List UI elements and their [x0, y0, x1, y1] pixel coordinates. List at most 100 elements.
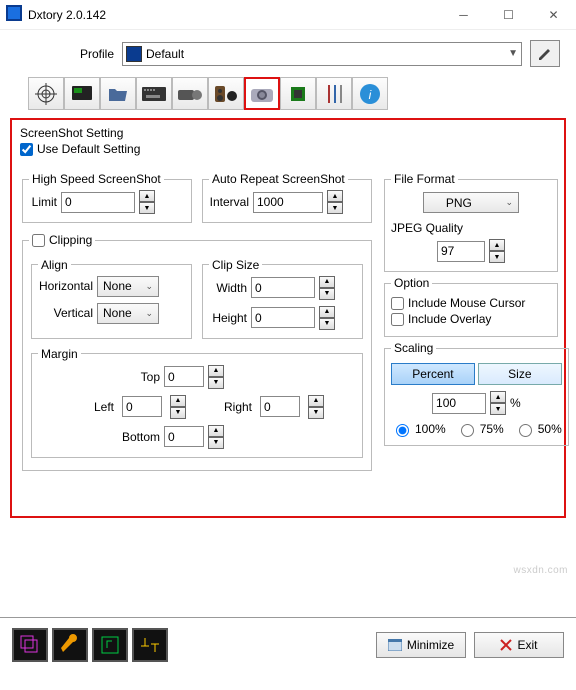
auto-repeat-legend: Auto Repeat ScreenShot — [209, 172, 348, 186]
use-default-input[interactable] — [20, 143, 33, 156]
bottom-spinner[interactable]: ▲▼ — [208, 425, 224, 449]
arrows-icon — [139, 634, 161, 656]
interval-input[interactable] — [253, 192, 323, 213]
limit-label: Limit — [29, 195, 57, 209]
scale-100-radio[interactable]: 100% — [391, 421, 446, 437]
align-group: Align Horizontal None⌄ Vertical None⌄ — [31, 258, 192, 339]
include-overlay-checkbox[interactable]: Include Overlay — [391, 312, 551, 326]
right-input[interactable] — [260, 396, 300, 417]
screenshot-settings-panel: ScreenShot Setting Use Default Setting H… — [10, 118, 566, 518]
minimize-button[interactable]: Minimize — [376, 632, 466, 658]
exit-button[interactable]: Exit — [474, 632, 564, 658]
speaker-icon — [215, 84, 237, 104]
tab-target[interactable] — [28, 77, 64, 110]
top-label: Top — [56, 370, 160, 384]
bottom-btn-1[interactable] — [12, 628, 48, 662]
titlebar: Dxtory 2.0.142 ─ ☐ ✕ — [0, 0, 576, 30]
margin-group: Margin Top ▲▼ Left ▲▼ Right ▲▼ Bottom — [31, 347, 363, 458]
folder-icon — [107, 85, 129, 103]
chevron-down-icon: ⌄ — [145, 308, 153, 319]
use-default-checkbox[interactable]: Use Default Setting — [20, 142, 556, 156]
left-label: Left — [70, 400, 114, 414]
chip-icon — [288, 84, 308, 104]
right-spinner[interactable]: ▲▼ — [308, 395, 324, 419]
profile-label: Profile — [16, 47, 114, 61]
app-icon — [6, 5, 22, 24]
size-toggle[interactable]: Size — [478, 363, 562, 385]
monitor-icon — [71, 85, 93, 103]
jpeg-spinner[interactable]: ▲▼ — [489, 239, 505, 263]
scaling-spinner[interactable]: ▲▼ — [490, 391, 506, 415]
scaling-legend: Scaling — [391, 341, 436, 355]
bottom-label: Bottom — [56, 430, 160, 444]
width-label: Width — [209, 281, 247, 295]
high-speed-group: High Speed ScreenShot Limit ▲▼ — [22, 172, 192, 223]
left-spinner[interactable]: ▲▼ — [170, 395, 186, 419]
panel-title: ScreenShot Setting — [20, 126, 556, 140]
close-window-button[interactable]: ✕ — [531, 0, 576, 30]
file-format-group: File Format PNG⌄ JPEG Quality ▲▼ — [384, 172, 558, 272]
chevron-down-icon: ⌄ — [145, 281, 153, 292]
tab-processor[interactable] — [280, 77, 316, 110]
top-input[interactable] — [164, 366, 204, 387]
percent-unit: % — [510, 396, 521, 410]
format-select[interactable]: PNG⌄ — [423, 192, 519, 213]
scaling-input[interactable] — [432, 393, 486, 414]
width-input[interactable] — [251, 277, 315, 298]
wrench-icon — [59, 634, 81, 656]
tab-hotkey[interactable] — [136, 77, 172, 110]
bottom-bar: Minimize Exit — [0, 617, 576, 672]
profile-row: Profile Default ▼ — [0, 30, 576, 75]
scale-75-radio[interactable]: 75% — [456, 421, 504, 437]
horizontal-select[interactable]: None⌄ — [97, 276, 159, 297]
bottom-input[interactable] — [164, 426, 204, 447]
tab-advanced[interactable] — [316, 77, 352, 110]
limit-input[interactable] — [61, 192, 135, 213]
maximize-window-button[interactable]: ☐ — [486, 0, 531, 30]
camcorder-icon — [178, 86, 202, 102]
crosshair-icon — [35, 83, 57, 105]
height-input[interactable] — [251, 307, 315, 328]
interval-label: Interval — [209, 195, 249, 209]
minimize-window-button[interactable]: ─ — [441, 0, 486, 30]
close-icon — [500, 639, 512, 651]
scale-50-radio[interactable]: 50% — [514, 421, 562, 437]
include-mouse-checkbox[interactable]: Include Mouse Cursor — [391, 296, 551, 310]
tab-audio[interactable] — [208, 77, 244, 110]
tab-overlay[interactable] — [64, 77, 100, 110]
pencil-icon — [537, 46, 553, 62]
camera-icon — [250, 85, 274, 103]
tab-screenshot[interactable] — [244, 77, 280, 110]
percent-toggle[interactable]: Percent — [391, 363, 475, 385]
tab-info[interactable]: i — [352, 77, 388, 110]
clipping-checkbox[interactable]: Clipping — [32, 233, 92, 247]
height-spinner[interactable]: ▲▼ — [319, 306, 335, 330]
width-spinner[interactable]: ▲▼ — [319, 276, 335, 300]
profile-icon — [126, 46, 142, 62]
bottom-btn-4[interactable] — [132, 628, 168, 662]
clip-size-legend: Clip Size — [209, 258, 262, 272]
vertical-label: Vertical — [38, 306, 93, 320]
margin-legend: Margin — [38, 347, 81, 361]
tab-folder[interactable] — [100, 77, 136, 110]
top-spinner[interactable]: ▲▼ — [208, 365, 224, 389]
interval-spinner[interactable]: ▲▼ — [327, 190, 343, 214]
keyboard-icon — [142, 87, 166, 101]
vertical-select[interactable]: None⌄ — [97, 303, 159, 324]
edit-profile-button[interactable] — [530, 40, 560, 67]
svg-text:i: i — [369, 88, 372, 102]
option-legend: Option — [391, 276, 432, 290]
clip-size-group: Clip Size Width ▲▼ Height ▲▼ — [202, 258, 363, 339]
limit-spinner[interactable]: ▲▼ — [139, 190, 155, 214]
profile-select[interactable]: Default ▼ — [122, 42, 522, 66]
tab-video[interactable] — [172, 77, 208, 110]
clipping-legend: Clipping — [29, 231, 95, 250]
jpeg-quality-input[interactable] — [437, 241, 485, 262]
tools-icon — [324, 83, 344, 105]
left-input[interactable] — [122, 396, 162, 417]
stack-icon — [19, 634, 41, 656]
right-label: Right — [194, 400, 252, 414]
note-icon — [99, 634, 121, 656]
bottom-btn-3[interactable] — [92, 628, 128, 662]
bottom-btn-2[interactable] — [52, 628, 88, 662]
